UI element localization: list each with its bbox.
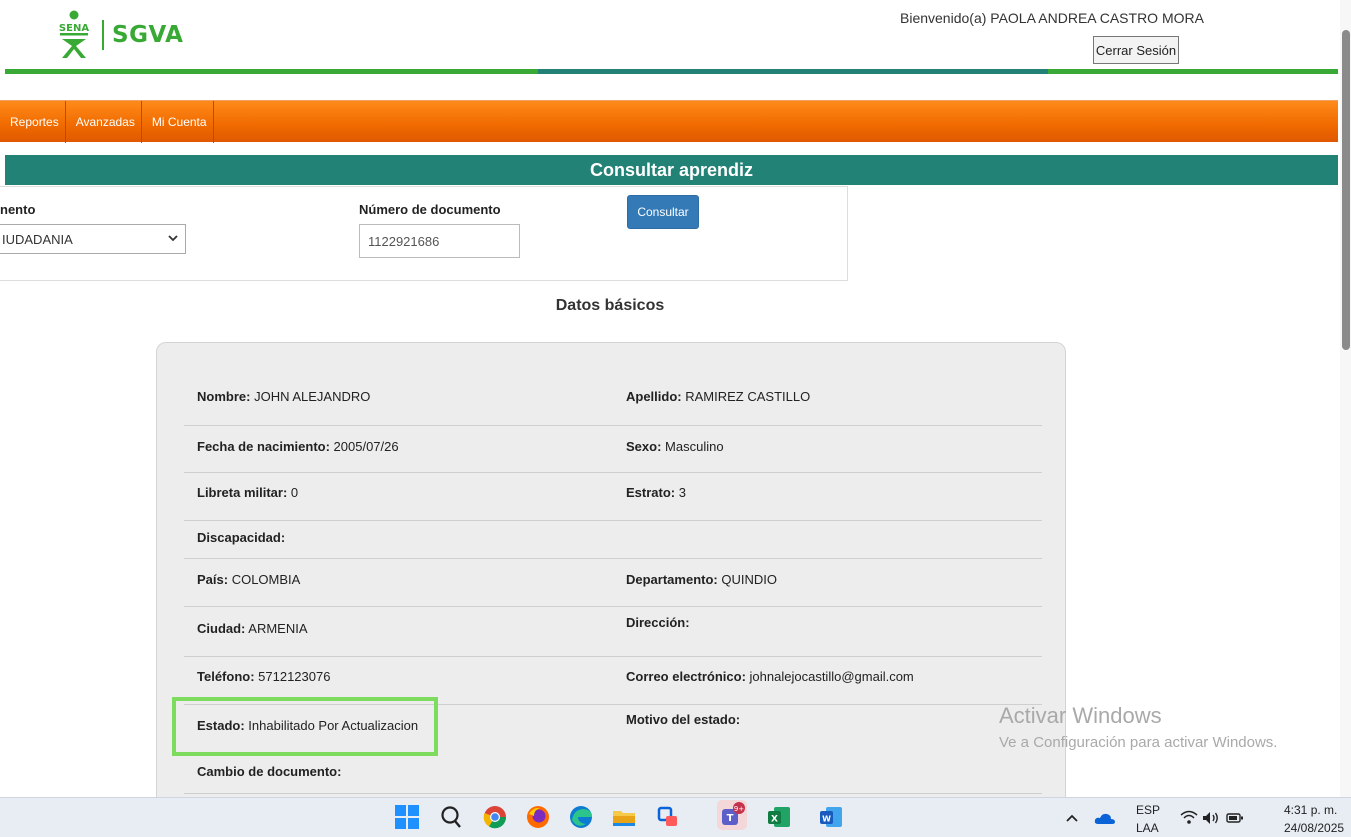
file-explorer-icon[interactable] bbox=[611, 804, 637, 830]
windows-start-icon[interactable] bbox=[394, 804, 420, 830]
doc-type-label: nento bbox=[0, 202, 36, 217]
logout-button[interactable]: Cerrar Sesión bbox=[1093, 36, 1179, 64]
app-name: SGVA bbox=[112, 22, 184, 48]
doc-number-input[interactable]: 1122921686 bbox=[359, 224, 520, 258]
apellido-field: Apellido: RAMIREZ CASTILLO bbox=[626, 389, 811, 404]
teams-notification-badge: 9+ bbox=[734, 805, 744, 813]
svg-text:T: T bbox=[727, 813, 734, 824]
section-title-bar: Consultar aprendiz bbox=[5, 155, 1338, 185]
wifi-icon[interactable] bbox=[1180, 810, 1198, 826]
motivo-estado-field: Motivo del estado: bbox=[626, 712, 741, 727]
activation-watermark-title: Activar Windows bbox=[999, 703, 1162, 728]
data-row: Cambio de documento: bbox=[184, 753, 1042, 794]
data-row: Libreta militar: 0 Estrato: 3 bbox=[184, 473, 1042, 521]
cambio-documento-field: Cambio de documento: bbox=[197, 764, 342, 779]
estrato-field: Estrato: 3 bbox=[626, 485, 686, 500]
data-row: Ciudad: ARMENIA Dirección: bbox=[184, 607, 1042, 657]
svg-text:X: X bbox=[771, 815, 778, 825]
volume-icon[interactable] bbox=[1202, 810, 1220, 826]
menu-item-mi-cuenta[interactable]: Mi Cuenta bbox=[142, 100, 214, 143]
chevron-up-icon[interactable] bbox=[1064, 810, 1080, 826]
menu-item-avanzadas[interactable]: Avanzadas bbox=[66, 100, 142, 143]
battery-icon[interactable] bbox=[1226, 811, 1244, 825]
svg-text:W: W bbox=[822, 815, 831, 824]
consult-button[interactable]: Consultar bbox=[627, 195, 699, 229]
data-row: Discapacidad: bbox=[184, 521, 1042, 559]
welcome-text: Bienvenido(a) PAOLA ANDREA CASTRO MORA bbox=[900, 10, 1204, 26]
logo-divider bbox=[102, 20, 104, 50]
snipping-tool-icon[interactable] bbox=[655, 804, 681, 830]
onedrive-icon[interactable] bbox=[1094, 810, 1116, 826]
language-layout: LAA bbox=[1136, 821, 1159, 835]
direccion-field: Dirección: bbox=[626, 615, 690, 630]
ciudad-field: Ciudad: ARMENIA bbox=[197, 621, 308, 636]
header-stripe bbox=[5, 69, 538, 74]
pais-field: País: COLOMBIA bbox=[197, 572, 301, 587]
basic-data-title: Datos básicos bbox=[555, 297, 665, 314]
clock-time[interactable]: 4:31 p. m. bbox=[1284, 803, 1337, 817]
language-indicator[interactable]: ESP bbox=[1136, 803, 1160, 817]
logo-brand-text: SENA bbox=[59, 23, 89, 34]
word-icon[interactable]: W bbox=[818, 804, 844, 830]
chevron-down-icon bbox=[167, 232, 179, 247]
sena-logo-icon: SENA bbox=[52, 10, 96, 60]
sexo-field: Sexo: Masculino bbox=[626, 439, 724, 454]
edge-icon[interactable] bbox=[568, 804, 594, 830]
scrollbar-thumb[interactable] bbox=[1342, 30, 1350, 350]
chrome-icon[interactable] bbox=[482, 804, 508, 830]
doc-number-label: Número de documento bbox=[359, 202, 501, 217]
search-icon[interactable] bbox=[438, 804, 464, 830]
data-row: País: COLOMBIA Departamento: QUINDIO bbox=[184, 559, 1042, 607]
estado-highlight-box bbox=[172, 697, 438, 756]
nombre-field: Nombre: JOHN ALEJANDRO bbox=[197, 389, 371, 404]
data-row: Nombre: JOHN ALEJANDRO Apellido: RAMIREZ… bbox=[184, 343, 1042, 426]
menu-item-reportes[interactable]: Reportes bbox=[0, 100, 66, 143]
section-title: Consultar aprendiz bbox=[589, 159, 754, 180]
sena-logo[interactable]: SENA SGVA bbox=[52, 10, 183, 60]
header-stripe bbox=[538, 69, 1048, 74]
firefox-icon[interactable] bbox=[525, 804, 551, 830]
doc-type-value: IUDADANIA bbox=[2, 231, 73, 247]
departamento-field: Departamento: QUINDIO bbox=[626, 572, 777, 587]
page-header: SENA SGVA Bienvenido(a) PAOLA ANDREA CAS… bbox=[0, 0, 1340, 78]
activation-watermark-subtitle: Ve a Configuración para activar Windows. bbox=[999, 734, 1278, 751]
discapacidad-field: Discapacidad: bbox=[197, 530, 286, 545]
excel-icon[interactable]: X bbox=[766, 804, 792, 830]
correo-field: Correo electrónico: johnalejocastillo@gm… bbox=[626, 669, 914, 684]
main-menu: Reportes Avanzadas Mi Cuenta bbox=[0, 100, 1338, 143]
header-stripe bbox=[1048, 69, 1338, 74]
clock-date[interactable]: 24/08/2025 bbox=[1284, 821, 1344, 835]
data-row: Fecha de nacimiento: 2005/07/26 Sexo: Ma… bbox=[184, 426, 1042, 473]
fecha-nacimiento-field: Fecha de nacimiento: 2005/07/26 bbox=[197, 439, 399, 454]
libreta-field: Libreta militar: 0 bbox=[197, 485, 299, 500]
teams-icon[interactable]: T 9+ bbox=[717, 800, 747, 830]
telefono-field: Teléfono: 5712123076 bbox=[197, 669, 331, 684]
doc-type-select[interactable]: IUDADANIA bbox=[0, 224, 186, 254]
